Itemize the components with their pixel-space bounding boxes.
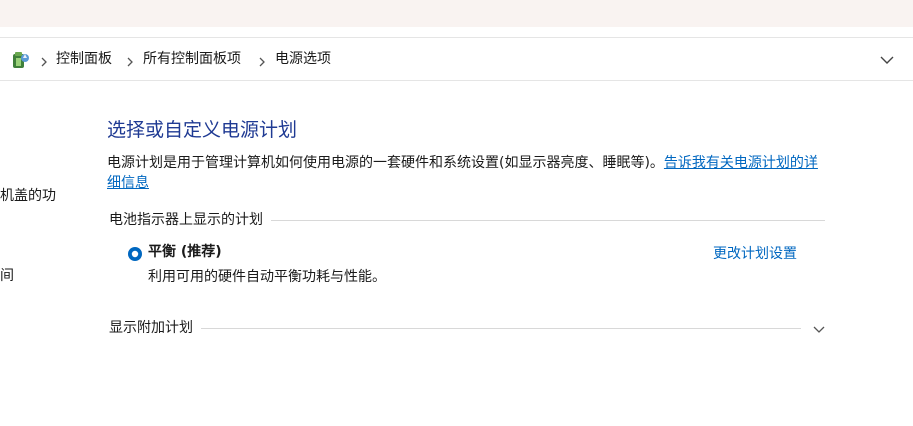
plan-name[interactable]: 平衡 (推荐) [148,243,222,261]
power-options-icon [10,49,32,71]
page-title: 选择或自定义电源计划 [107,119,298,141]
description-text: 电源计划是用于管理计算机如何使用电源的一套硬件和系统设置(如显示器亮度、睡眠等)… [107,155,664,171]
breadcrumb-control-panel[interactable]: 控制面板 [56,50,112,68]
address-bar[interactable]: 控制面板 所有控制面板项 电源选项 [0,37,913,81]
plan-radio-balanced[interactable] [127,246,143,262]
divider [271,219,825,221]
chevron-right-icon [256,53,268,67]
additional-plans-label[interactable]: 显示附加计划 [109,319,201,337]
page-description: 电源计划是用于管理计算机如何使用电源的一套硬件和系统设置(如显示器亮度、睡眠等)… [107,153,827,193]
plan-description: 利用可用的硬件自动平衡功耗与性能。 [148,269,386,285]
battery-plans-section-label: 电池指示器上显示的计划 [109,212,263,228]
chevron-down-icon[interactable] [879,52,895,66]
additional-plans-section-header[interactable]: 显示附加计划 [109,318,801,338]
battery-plans-section-header: 电池指示器上显示的计划 [109,210,825,230]
chevron-down-icon[interactable] [812,321,826,333]
chevron-right-icon [38,53,50,67]
change-plan-settings-link[interactable]: 更改计划设置 [713,245,797,263]
sidebar-item-lid[interactable]: 机盖的功 [0,187,56,205]
divider [201,327,801,329]
sidebar-item-time[interactable]: 间 [0,267,14,285]
breadcrumb-all-items[interactable]: 所有控制面板项 [143,50,241,68]
window-top-strip [0,0,913,27]
chevron-right-icon [124,53,136,67]
breadcrumb-power-options[interactable]: 电源选项 [275,50,331,68]
